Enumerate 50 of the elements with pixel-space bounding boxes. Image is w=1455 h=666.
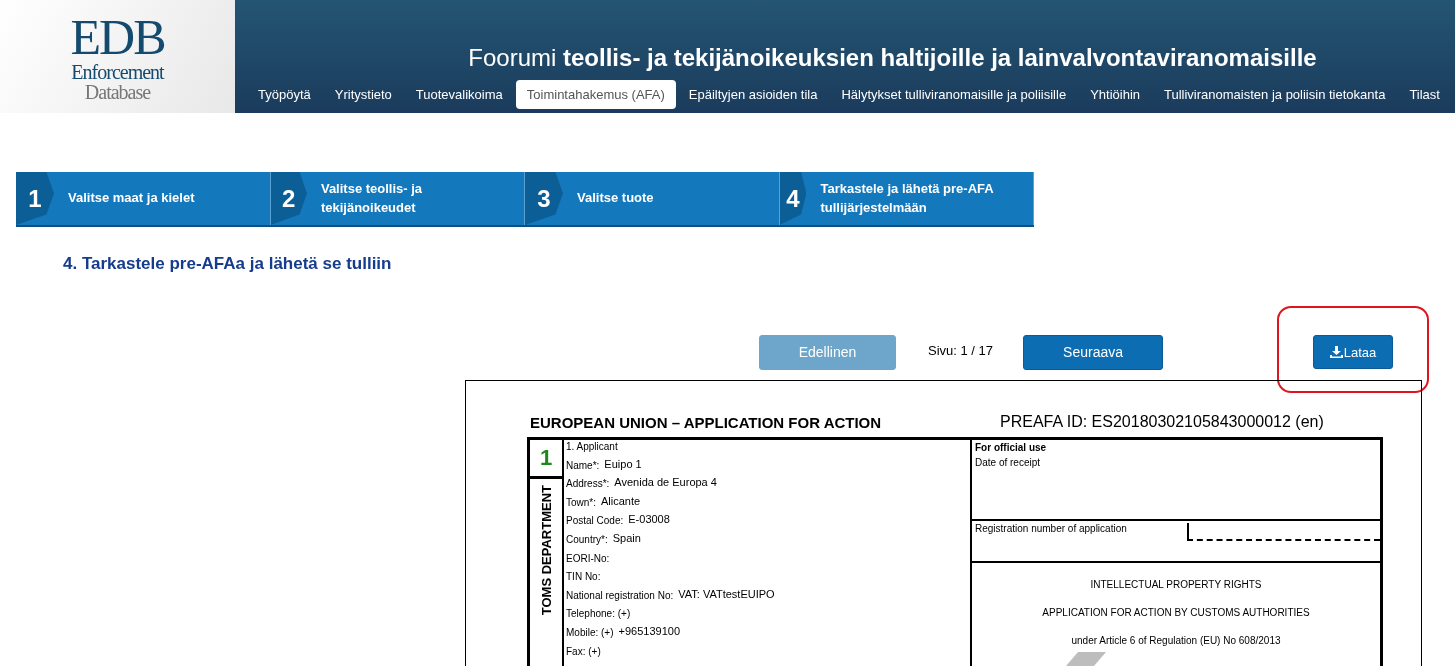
field-value: Avenida de Europa 4 [614,476,717,489]
field-label: Country*: [566,533,608,545]
field-label: EORI-No: [566,552,610,564]
official-use-label: For official use [975,442,1048,453]
nav-tab[interactable]: Toimintahakemus (AFA) [515,80,676,109]
nav-tab[interactable]: Työpöytä [247,80,322,109]
field-value: E-03008 [628,513,670,526]
field-value: +965139100 [618,624,680,637]
form-heading-line: under Article 6 of Regulation (EU) No 608/2013 [1071,635,1281,646]
side-label: TOMS DEPARTMENT [538,485,554,616]
section-label: 1. Applicant [566,441,618,452]
field-value: Spain [612,531,641,544]
wizard-step[interactable]: 2 Valitse teollis- ja tekijänoikeudet [270,172,525,225]
download-button[interactable]: Lataa [1313,335,1394,369]
field-label: Mobile: (+) [566,626,614,638]
wizard-step[interactable]: 1 Valitse maat ja kielet [16,172,271,225]
logo: EDB Enforcement Database [0,0,235,113]
page-title: Foorumi teollis- ja tekijänoikeuksien haltijoille ja lainvalvontaviranomaisille [467,43,1318,73]
wizard-step[interactable]: 3 Valitse tuote [525,172,780,225]
section-heading: 4. Tarkastele pre-AFAa ja lähetä se tulliin [63,254,392,274]
page-indicator: Sivu: 1 / 17 [928,342,994,358]
diagonal-stroke-drawing [1066,652,1106,666]
field-label: Address*: [566,478,610,490]
next-button[interactable]: Seuraava [1023,334,1164,370]
field-label: Fax: (+) [566,645,601,657]
field-label: TIN No: [566,571,601,583]
box-number: 1 [530,440,562,479]
field-label: Postal Code: [566,515,624,527]
nav-tab[interactable]: Tilast [1398,80,1451,109]
download-icon [1329,346,1343,358]
field-value: VAT: VATtestEUIPO [678,587,775,600]
field-label: Town*: [566,496,596,508]
preafa-id: PREAFA ID: ES20180302105843000012 (en) [1000,413,1324,431]
field-value: Euipo 1 [604,457,642,470]
nav-tab[interactable]: Yritystieto [323,80,403,109]
field-value: Alicante [601,494,641,507]
nav-tab[interactable]: Tuotevalikoima [404,80,514,109]
form-heading-line: APPLICATION FOR ACTION BY CUSTOMS AUTHORITIES [1042,607,1310,618]
nav-tab[interactable]: Yhtiöihin [1079,80,1151,109]
form-heading-line: INTELLECTUAL PROPERTY RIGHTS [1090,579,1262,590]
document-title: EUROPEAN UNION – APPLICATION FOR ACTION [530,414,883,431]
date-label: Date of receipt [975,457,1041,468]
registration-label: Registration number of application [975,523,1128,536]
nav-tab[interactable]: Hälytykset tulliviranomaisille ja poliisille [830,80,1078,109]
nav-tab[interactable]: Tulliviranomaisten ja poliisin tietokanta [1153,80,1397,109]
nav-tab[interactable]: Epäiltyjen asioiden tila [677,80,829,109]
field-label: National registration No: [566,589,674,601]
field-label: Name*: [566,459,600,471]
field-label: Telephone: (+) [566,608,631,620]
wizard-step[interactable]: 4 Tarkastele ja lähetä pre-AFA tullijärjestelmään [779,172,1034,225]
